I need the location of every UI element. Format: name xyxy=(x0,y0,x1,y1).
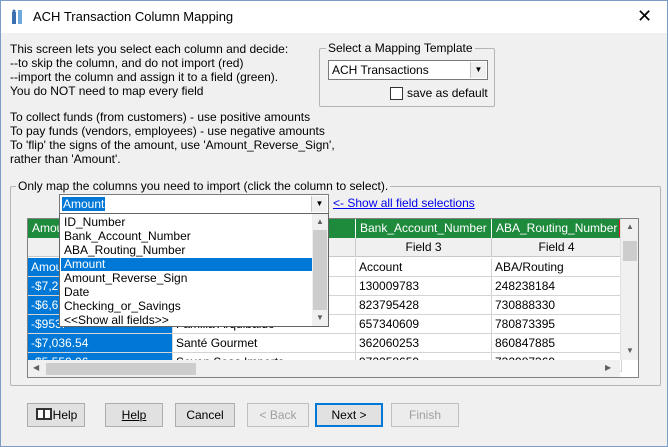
grid-field-col3: Field 3 xyxy=(356,238,492,257)
grid-horizontal-scrollbar[interactable]: ◀ ▶ xyxy=(28,360,620,377)
chevron-down-icon[interactable]: ▼ xyxy=(470,62,486,78)
field-select[interactable]: Amount ▼ xyxy=(59,194,329,214)
help-button[interactable]: Help xyxy=(105,403,163,427)
intro-text: This screen lets you select each column … xyxy=(10,42,289,98)
chevron-down-icon[interactable]: ▼ xyxy=(311,196,327,212)
grid-cell[interactable]: 248238184 xyxy=(492,277,622,296)
dropdown-option-selected[interactable]: Amount xyxy=(61,258,314,271)
next-button-label: Next > xyxy=(331,408,367,422)
grid-header-col3[interactable]: Bank_Account_Number xyxy=(356,219,492,238)
back-button-label: < Back xyxy=(259,408,297,422)
template-select[interactable]: ACH Transactions ▼ xyxy=(328,60,488,80)
help-button-label: Help xyxy=(121,408,147,422)
grid-cell[interactable]: 657340609 xyxy=(356,315,492,334)
grid-cell[interactable]: 860847885 xyxy=(492,334,622,353)
grid-cell[interactable]: -$7,036.54 xyxy=(28,334,173,353)
field-dropdown-list[interactable]: ID_Number Bank_Account_Number ABA_Routin… xyxy=(59,213,329,327)
scroll-down-icon[interactable]: ▼ xyxy=(626,346,634,355)
cancel-button[interactable]: Cancel xyxy=(175,403,235,427)
scroll-right-icon[interactable]: ▶ xyxy=(605,363,611,372)
dropdown-option[interactable]: Date xyxy=(61,286,314,299)
help-icon-button-label: Help xyxy=(52,408,78,422)
scroll-up-icon[interactable]: ▲ xyxy=(626,222,634,231)
grid-cell[interactable]: ABA/Routing xyxy=(492,258,622,277)
finish-button[interactable]: Finish xyxy=(391,403,459,427)
dropdown-scroll-thumb[interactable] xyxy=(313,230,327,310)
dropdown-option[interactable]: ABA_Routing_Number xyxy=(61,244,314,257)
app-icon xyxy=(12,9,22,24)
grid-cell[interactable]: Santé Gourmet xyxy=(173,334,356,353)
scroll-up-icon[interactable]: ▲ xyxy=(316,217,324,226)
dropdown-option[interactable]: Checking_or_Savings xyxy=(61,300,314,313)
grid-vertical-scrollbar[interactable]: ▲ ▼ xyxy=(620,219,638,360)
grid-cell[interactable]: 130009783 xyxy=(356,277,492,296)
dialog-window: ACH Transaction Column Mapping ✕ This sc… xyxy=(0,0,668,447)
field-select-value: Amount xyxy=(62,197,106,211)
dropdown-option[interactable]: Amount_Reverse_Sign xyxy=(61,272,314,285)
help-icon-button[interactable]: Help xyxy=(27,403,85,427)
grid-horizontal-thumb[interactable] xyxy=(46,363,196,375)
amount-sign-text: To collect funds (from customers) - use … xyxy=(10,110,335,166)
help-book-icon xyxy=(35,408,52,420)
window-title: ACH Transaction Column Mapping xyxy=(33,9,234,24)
template-group-label: Select a Mapping Template xyxy=(326,41,475,55)
close-icon[interactable]: ✕ xyxy=(622,1,667,32)
title-bar: ACH Transaction Column Mapping ✕ xyxy=(1,1,667,33)
dropdown-option[interactable]: ID_Number xyxy=(61,216,314,229)
back-button[interactable]: < Back xyxy=(247,403,309,427)
grid-cell[interactable]: 730888330 xyxy=(492,296,622,315)
scroll-left-icon[interactable]: ◀ xyxy=(33,363,39,372)
grid-vertical-thumb[interactable] xyxy=(623,241,637,261)
scroll-down-icon[interactable]: ▼ xyxy=(316,313,324,322)
grid-header-col4[interactable]: ABA_Routing_Number xyxy=(492,219,622,238)
next-button[interactable]: Next > xyxy=(315,403,383,427)
dropdown-scrollbar[interactable]: ▲ ▼ xyxy=(312,214,328,326)
dropdown-option[interactable]: <<Show all fields>> xyxy=(61,314,314,327)
grid-cell[interactable]: 362060253 xyxy=(356,334,492,353)
finish-button-label: Finish xyxy=(408,408,441,422)
template-select-value: ACH Transactions xyxy=(332,63,429,77)
show-all-fields-link[interactable]: <- Show all field selections xyxy=(333,196,475,210)
dropdown-option[interactable]: Bank_Account_Number xyxy=(61,230,314,243)
mapping-group-label: Only map the columns you need to import … xyxy=(16,179,391,193)
grid-field-col4: Field 4 xyxy=(492,238,622,257)
grid-cell[interactable]: 780873395 xyxy=(492,315,622,334)
cancel-button-label: Cancel xyxy=(186,408,224,422)
save-default-checkbox[interactable] xyxy=(390,87,403,100)
grid-cell[interactable]: Account xyxy=(356,258,492,277)
grid-cell[interactable]: 823795428 xyxy=(356,296,492,315)
save-default-label: save as default xyxy=(407,86,488,100)
